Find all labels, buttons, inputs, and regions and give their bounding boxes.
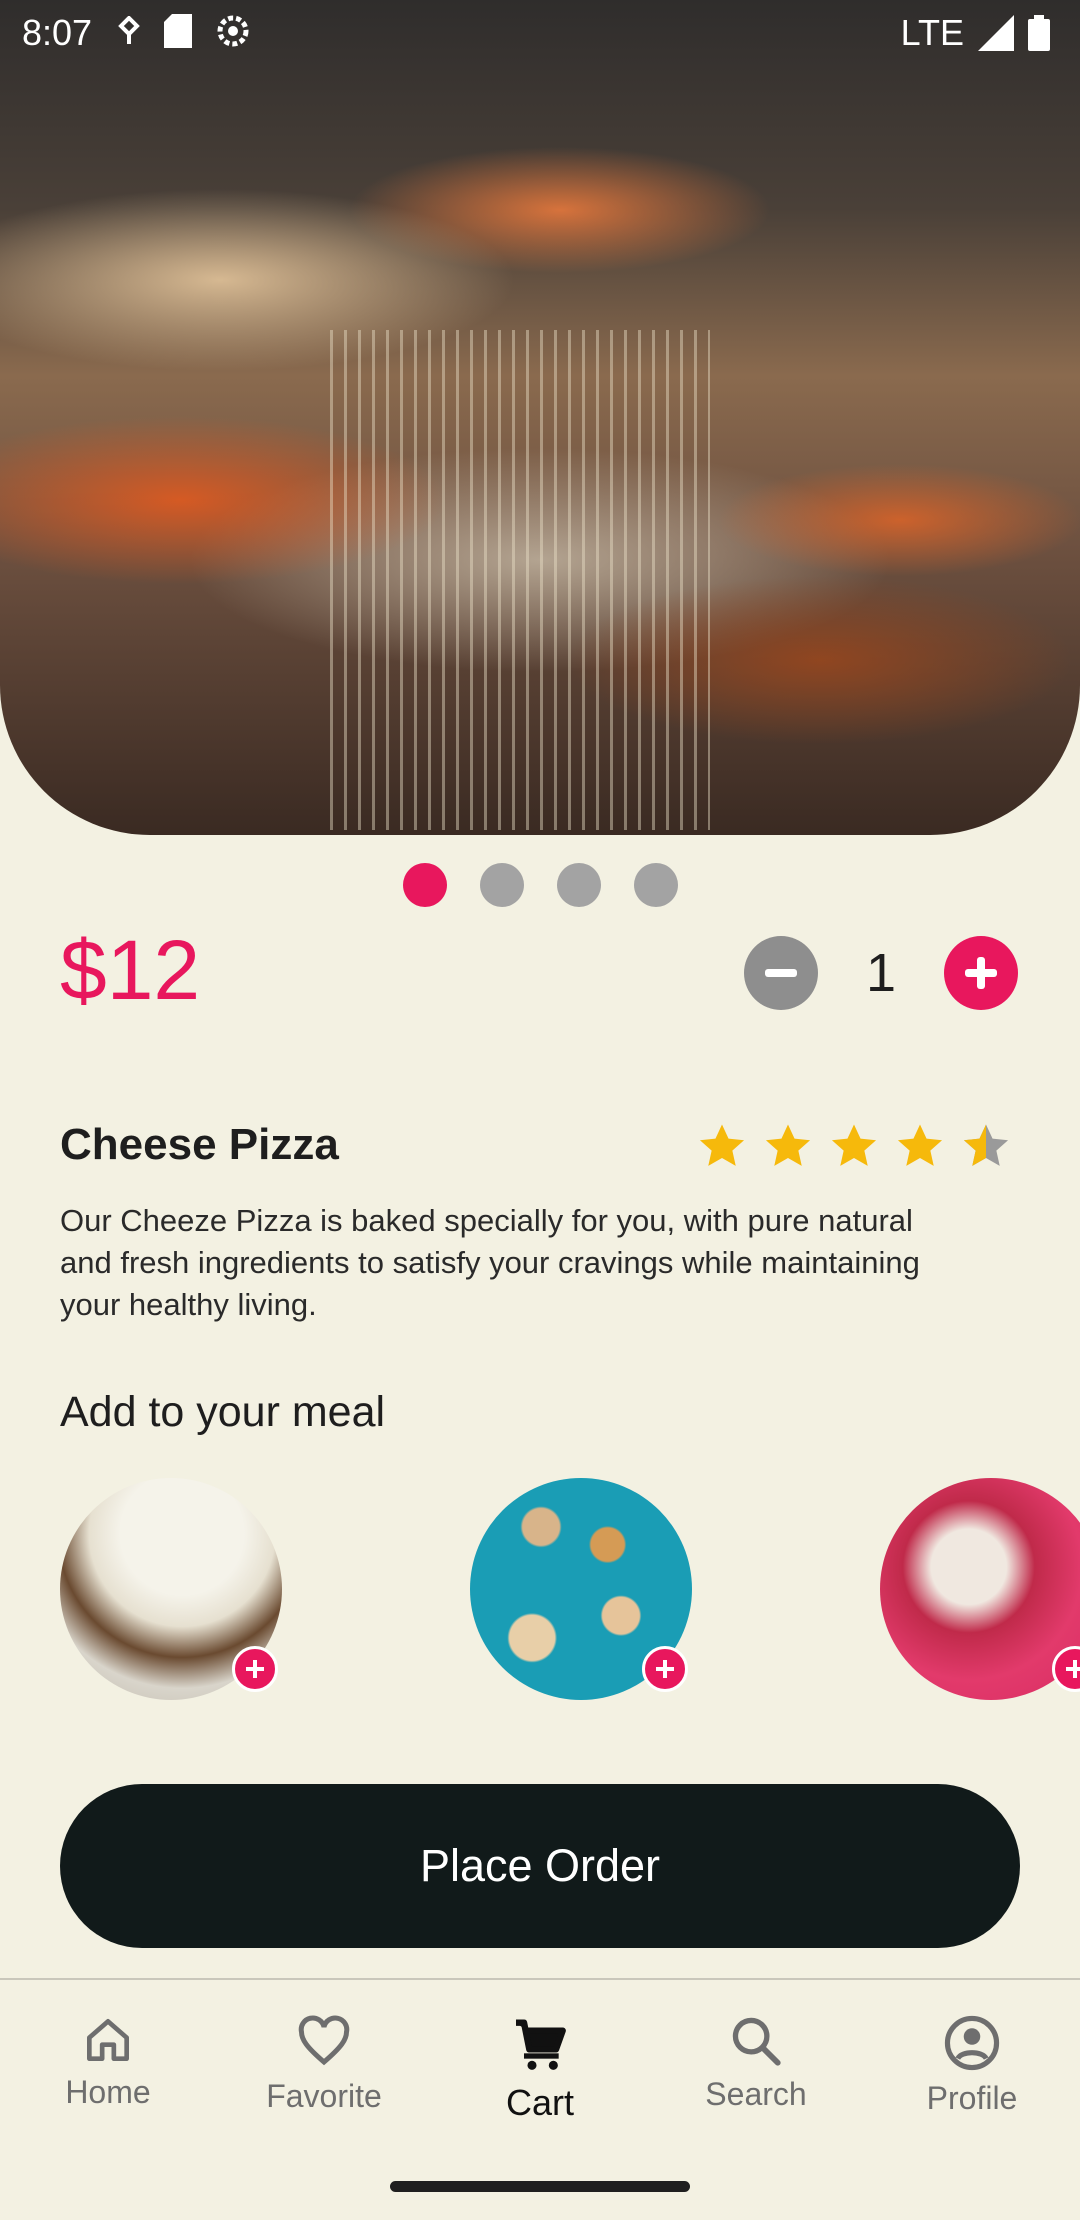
increase-quantity-button[interactable] (944, 936, 1018, 1010)
place-order-button[interactable]: Place Order (60, 1784, 1020, 1948)
product-price: $12 (60, 923, 201, 1017)
quantity-value: 1 (865, 943, 897, 1003)
star-icon (897, 1124, 943, 1166)
network-type: LTE (900, 12, 964, 53)
cart-icon (516, 2019, 566, 2070)
half-star-icon (963, 1124, 1009, 1166)
decrease-quantity-button[interactable] (744, 936, 818, 1010)
carousel-dot-1[interactable] (402, 863, 447, 907)
search-icon (732, 2017, 781, 2066)
rating-stars (695, 1120, 1013, 1174)
nav-item-search[interactable]: Search (648, 1980, 864, 2130)
nav-item-profile[interactable]: Profile (864, 1980, 1080, 2130)
add-addon-button[interactable] (232, 1646, 278, 1692)
nav-label-search: Search (705, 2076, 807, 2112)
product-description: Our Cheeze Pizza is baked specially for … (60, 1203, 920, 1322)
product-name: Cheese Pizza (60, 1120, 339, 1169)
nav-item-home[interactable]: Home (0, 1980, 216, 2130)
status-time: 8:07 (22, 12, 93, 53)
addons-title: Add to your meal (60, 1388, 386, 1436)
plus-icon (965, 957, 997, 989)
plus-icon (246, 1660, 264, 1678)
carousel-dot-4[interactable] (633, 863, 678, 907)
carousel-dot-2[interactable] (479, 863, 524, 907)
battery-icon (1028, 15, 1050, 51)
carousel-dot-3[interactable] (556, 863, 601, 907)
status-bar: 8:07 LTE (0, 0, 1080, 66)
minus-icon (765, 969, 797, 977)
hero-image (0, 0, 1080, 835)
home-icon (87, 2019, 129, 2061)
bottom-navigation: Home Favorite Cart Search Profile (0, 1980, 1080, 2130)
add-addon-button[interactable] (1052, 1646, 1080, 1692)
addon-item-ice-cream-cup[interactable] (60, 1478, 282, 1700)
plus-icon (656, 1660, 674, 1678)
star-icon (699, 1124, 745, 1166)
gesture-handle (390, 2181, 690, 2192)
nav-label-cart: Cart (505, 2082, 574, 2123)
cheese-strands-decoration (330, 330, 710, 830)
sd-card-icon (164, 14, 192, 48)
nav-label-home: Home (65, 2074, 151, 2110)
nav-item-cart[interactable]: Cart (432, 1980, 648, 2130)
star-icon (831, 1124, 877, 1166)
status-icons-right: LTE (901, 12, 1050, 54)
addon-item-strawberry-dessert[interactable] (880, 1478, 1080, 1700)
addon-item-ice-cream-cones[interactable] (470, 1478, 692, 1700)
nav-label-favorite: Favorite (266, 2078, 382, 2114)
profile-icon (944, 2015, 1000, 2071)
plus-icon (1066, 1660, 1080, 1678)
heart-icon (298, 2015, 350, 2066)
vpn-key-icon (118, 16, 140, 44)
status-icons-left (116, 12, 252, 50)
carousel-indicator (0, 863, 1080, 907)
settings-gear-icon (217, 15, 249, 47)
nav-item-favorite[interactable]: Favorite (216, 1980, 432, 2130)
nav-label-profile: Profile (926, 2080, 1018, 2116)
star-icon (765, 1124, 811, 1166)
quantity-stepper: 1 (744, 936, 1018, 1010)
signal-icon (978, 15, 1014, 51)
add-addon-button[interactable] (642, 1646, 688, 1692)
